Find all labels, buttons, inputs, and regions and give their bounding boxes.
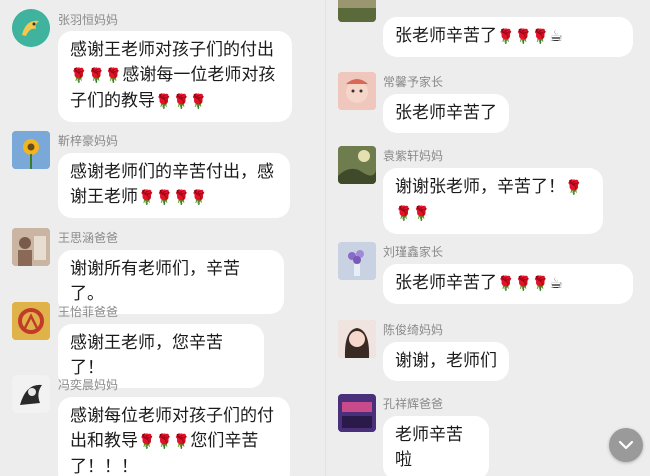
message-bubble[interactable]: 感谢每位老师对孩子们的付出和教导🌹🌹🌹您们辛苦了！！！ bbox=[58, 397, 290, 476]
rose-icon: 🌹 bbox=[155, 190, 173, 206]
rose-icon: 🌹 bbox=[70, 68, 88, 84]
rose-icon: 🌹 bbox=[172, 434, 191, 450]
message-bubble[interactable]: 谢谢张老师，辛苦了！🌹🌹🌹 bbox=[383, 168, 603, 234]
sender-name: 王怡菲爸爸 bbox=[58, 305, 119, 319]
sender-name: 孔祥辉爸爸 bbox=[383, 397, 444, 411]
sender-name: 张羽恒妈妈 bbox=[58, 13, 119, 27]
message-bubble[interactable]: 张老师辛苦了🌹🌹🌹☕ bbox=[383, 17, 633, 57]
avatar[interactable] bbox=[338, 394, 376, 432]
avatar[interactable] bbox=[12, 302, 50, 340]
rose-icon: 🌹 bbox=[138, 434, 156, 450]
sender-name: 刘瑾鑫家长 bbox=[383, 245, 444, 259]
rose-icon: 🌹 bbox=[104, 68, 123, 84]
avatar[interactable] bbox=[338, 320, 376, 358]
avatar[interactable] bbox=[338, 242, 376, 280]
sender-name: 王思涵爸爸 bbox=[58, 231, 119, 245]
rose-icon: 🌹 bbox=[497, 29, 515, 45]
sender-name: 袁紫轩妈妈 bbox=[383, 149, 444, 163]
rose-icon: 🌹 bbox=[189, 94, 208, 110]
avatar[interactable] bbox=[12, 131, 50, 169]
sender-name: 陈俊绮妈妈 bbox=[383, 323, 444, 337]
rose-icon: 🌹 bbox=[395, 206, 413, 222]
rose-icon: 🌹 bbox=[138, 190, 156, 206]
chevron-down-icon bbox=[618, 440, 634, 450]
message-bubble[interactable]: 感谢王老师对孩子们的付出🌹🌹🌹感谢每一位老师对孩子们的教导🌹🌹🌹 bbox=[58, 31, 292, 122]
sender-name: 靳梓豪妈妈 bbox=[58, 134, 119, 148]
message-bubble[interactable]: 张老师辛苦了 bbox=[383, 94, 509, 133]
message-bubble[interactable]: 感谢老师们的辛苦付出，感谢王老师🌹🌹🌹🌹 bbox=[58, 153, 290, 218]
sender-name: 常馨予家长 bbox=[383, 75, 444, 89]
rose-icon: 🌹 bbox=[531, 29, 550, 45]
chat-column-left: 张羽恒妈妈 感谢王老师对孩子们的付出🌹🌹🌹感谢每一位老师对孩子们的教导🌹🌹🌹 靳… bbox=[0, 0, 325, 476]
coffee-icon: ☕ bbox=[549, 27, 563, 45]
rose-icon: 🌹 bbox=[155, 434, 173, 450]
rose-icon: 🌹 bbox=[531, 276, 550, 292]
avatar[interactable] bbox=[338, 72, 376, 110]
sender-name: 冯奕晨妈妈 bbox=[58, 378, 119, 392]
rose-icon: 🌹 bbox=[497, 276, 515, 292]
rose-icon: 🌹 bbox=[412, 206, 430, 222]
rose-icon: 🌹 bbox=[514, 29, 532, 45]
coffee-icon: ☕ bbox=[549, 274, 563, 292]
avatar[interactable] bbox=[338, 146, 376, 184]
rose-icon: 🌹 bbox=[190, 190, 208, 206]
message-bubble[interactable]: 张老师辛苦了🌹🌹🌹☕ bbox=[383, 264, 633, 304]
avatar[interactable] bbox=[12, 9, 50, 47]
rose-icon: 🌹 bbox=[172, 190, 191, 206]
message-bubble[interactable]: 谢谢，老师们 bbox=[383, 342, 509, 381]
message-bubble[interactable]: 老师辛苦啦 bbox=[383, 416, 489, 476]
avatar[interactable] bbox=[12, 375, 50, 413]
rose-icon: 🌹 bbox=[87, 68, 105, 84]
rose-icon: 🌹 bbox=[514, 276, 532, 292]
scroll-to-bottom-button[interactable] bbox=[609, 428, 643, 462]
avatar[interactable] bbox=[338, 0, 376, 22]
rose-icon: 🌹 bbox=[565, 180, 583, 196]
rose-icon: 🌹 bbox=[155, 94, 173, 110]
chat-column-right: 张老师辛苦了🌹🌹🌹☕ 常馨予家长 张老师辛苦了 袁紫轩妈妈 谢谢张老师，辛苦了！… bbox=[325, 0, 650, 476]
rose-icon: 🌹 bbox=[172, 94, 190, 110]
avatar[interactable] bbox=[12, 228, 50, 266]
